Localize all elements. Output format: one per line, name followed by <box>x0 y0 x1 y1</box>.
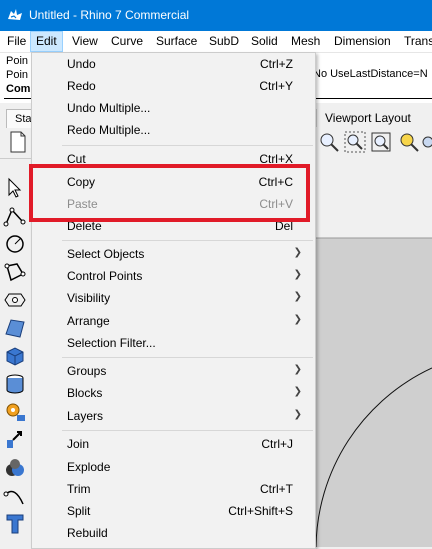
viewport-geometry <box>314 237 432 547</box>
menu-separator <box>62 145 313 146</box>
menu-bar: File Edit View Curve Surface SubD Solid … <box>0 31 432 53</box>
title-bar: Untitled - Rhino 7 Commercial <box>0 0 432 31</box>
rhino-icon <box>7 7 23 23</box>
menu-item-label: Explode <box>67 460 111 474</box>
menu-file[interactable]: File <box>2 31 31 52</box>
menu-item-label: Groups <box>67 364 107 378</box>
menu-item-select-objects[interactable]: Select Objects ❯ <box>32 243 315 265</box>
menu-solid[interactable]: Solid <box>246 31 283 52</box>
menu-item-undo-multiple[interactable]: Undo Multiple... <box>32 97 315 119</box>
menu-view[interactable]: View <box>67 31 103 52</box>
menu-item-label: Redo Multiple... <box>67 123 151 137</box>
menu-edit[interactable]: Edit <box>30 31 63 52</box>
chevron-right-icon: ❯ <box>293 291 302 302</box>
menu-item-label: Arrange <box>67 314 110 328</box>
menu-subd[interactable]: SubD <box>204 31 244 52</box>
menu-item-label: Undo <box>67 57 96 71</box>
menu-item-label: Visibility <box>67 291 111 305</box>
chevron-right-icon: ❯ <box>293 386 302 397</box>
menu-item-redo-multiple[interactable]: Redo Multiple... <box>32 119 315 141</box>
zoom-icon[interactable] <box>318 131 340 153</box>
menu-item-label: Trim <box>67 482 91 496</box>
menu-item-arrange[interactable]: Arrange ❯ <box>32 310 315 332</box>
menu-item-trim[interactable]: Trim Ctrl+T <box>32 478 315 500</box>
menu-item-blocks[interactable]: Blocks ❯ <box>32 382 315 404</box>
history-options-text: No UseLastDistance=N <box>313 68 428 80</box>
left-toolbar <box>0 172 30 547</box>
menu-item-shortcut: Ctrl+J <box>261 437 293 451</box>
gear-tools-icon[interactable] <box>3 400 27 424</box>
menu-transform[interactable]: Trans <box>399 31 432 52</box>
menu-item-label: Blocks <box>67 386 103 400</box>
menu-item-label: Redo <box>67 79 96 93</box>
chevron-right-icon: ❯ <box>293 314 302 325</box>
menu-item-label: Selection Filter... <box>67 336 156 350</box>
point-icon[interactable] <box>3 288 27 312</box>
menu-item-label: Join <box>67 437 90 451</box>
menu-item-split[interactable]: Split Ctrl+Shift+S <box>32 500 315 522</box>
menu-item-label: Select Objects <box>67 247 145 261</box>
menu-item-shortcut: Ctrl+Shift+S <box>228 504 293 518</box>
surface-icon[interactable] <box>3 316 27 340</box>
curve-tools-icon[interactable] <box>3 484 27 508</box>
menu-item-rebuild[interactable]: Rebuild <box>32 522 315 544</box>
menu-dimension[interactable]: Dimension <box>329 31 396 52</box>
menu-item-explode[interactable]: Explode <box>32 456 315 478</box>
menu-separator <box>62 430 313 431</box>
menu-separator <box>62 357 313 358</box>
menu-mesh[interactable]: Mesh <box>286 31 325 52</box>
select-arrow-icon[interactable] <box>3 176 27 200</box>
transform-icon[interactable] <box>3 428 27 452</box>
history-line-2: Poin <box>6 69 29 81</box>
circle-icon[interactable] <box>3 232 27 256</box>
polygon-icon[interactable] <box>3 260 27 284</box>
text-icon[interactable] <box>3 512 27 536</box>
menu-item-undo[interactable]: Undo Ctrl+Z <box>32 53 315 75</box>
pan-icon[interactable] <box>422 131 432 153</box>
annotation-highlight-box <box>29 164 310 222</box>
menu-item-visibility[interactable]: Visibility ❯ <box>32 287 315 309</box>
menu-item-shortcut: Ctrl+T <box>260 482 293 496</box>
cylinder-icon[interactable] <box>3 372 27 396</box>
boolean-icon[interactable] <box>3 456 27 480</box>
edit-menu-dropdown: Undo Ctrl+Z Redo Ctrl+Y Undo Multiple...… <box>31 52 316 549</box>
menu-item-groups[interactable]: Groups ❯ <box>32 360 315 382</box>
tab-viewport-layout[interactable]: Viewport Layout <box>316 109 432 127</box>
command-prompt[interactable]: Com <box>6 83 30 95</box>
menu-item-label: Layers <box>67 409 104 423</box>
history-line-1: Poin <box>6 55 29 67</box>
menu-item-label: Control Points <box>67 269 143 283</box>
menu-surface[interactable]: Surface <box>151 31 202 52</box>
chevron-right-icon: ❯ <box>293 247 302 258</box>
menu-curve[interactable]: Curve <box>106 31 148 52</box>
new-document-icon[interactable] <box>10 131 26 153</box>
menu-item-shortcut: Ctrl+Z <box>260 57 293 71</box>
window-title: Untitled - Rhino 7 Commercial <box>29 8 190 22</box>
zoom-window-icon[interactable] <box>344 131 366 153</box>
box-icon[interactable] <box>3 344 27 368</box>
chevron-right-icon: ❯ <box>293 269 302 280</box>
chevron-right-icon: ❯ <box>293 364 302 375</box>
polyline-icon[interactable] <box>3 204 27 228</box>
menu-item-selection-filter[interactable]: Selection Filter... <box>32 332 315 354</box>
chevron-right-icon: ❯ <box>293 409 302 420</box>
menu-item-shortcut: Ctrl+Y <box>259 79 293 93</box>
viewport[interactable] <box>314 158 432 547</box>
zoom-extents-icon[interactable] <box>370 131 392 153</box>
zoom-selected-icon[interactable] <box>398 131 420 153</box>
menu-item-join[interactable]: Join Ctrl+J <box>32 433 315 455</box>
menu-item-label: Undo Multiple... <box>67 101 151 115</box>
menu-separator <box>62 240 313 241</box>
menu-item-label: Split <box>67 504 91 518</box>
menu-item-redo[interactable]: Redo Ctrl+Y <box>32 75 315 97</box>
menu-item-control-points[interactable]: Control Points ❯ <box>32 265 315 287</box>
menu-item-layers[interactable]: Layers ❯ <box>32 405 315 427</box>
viewport-toolbar-icons <box>318 131 432 155</box>
menu-item-label: Rebuild <box>67 526 108 540</box>
